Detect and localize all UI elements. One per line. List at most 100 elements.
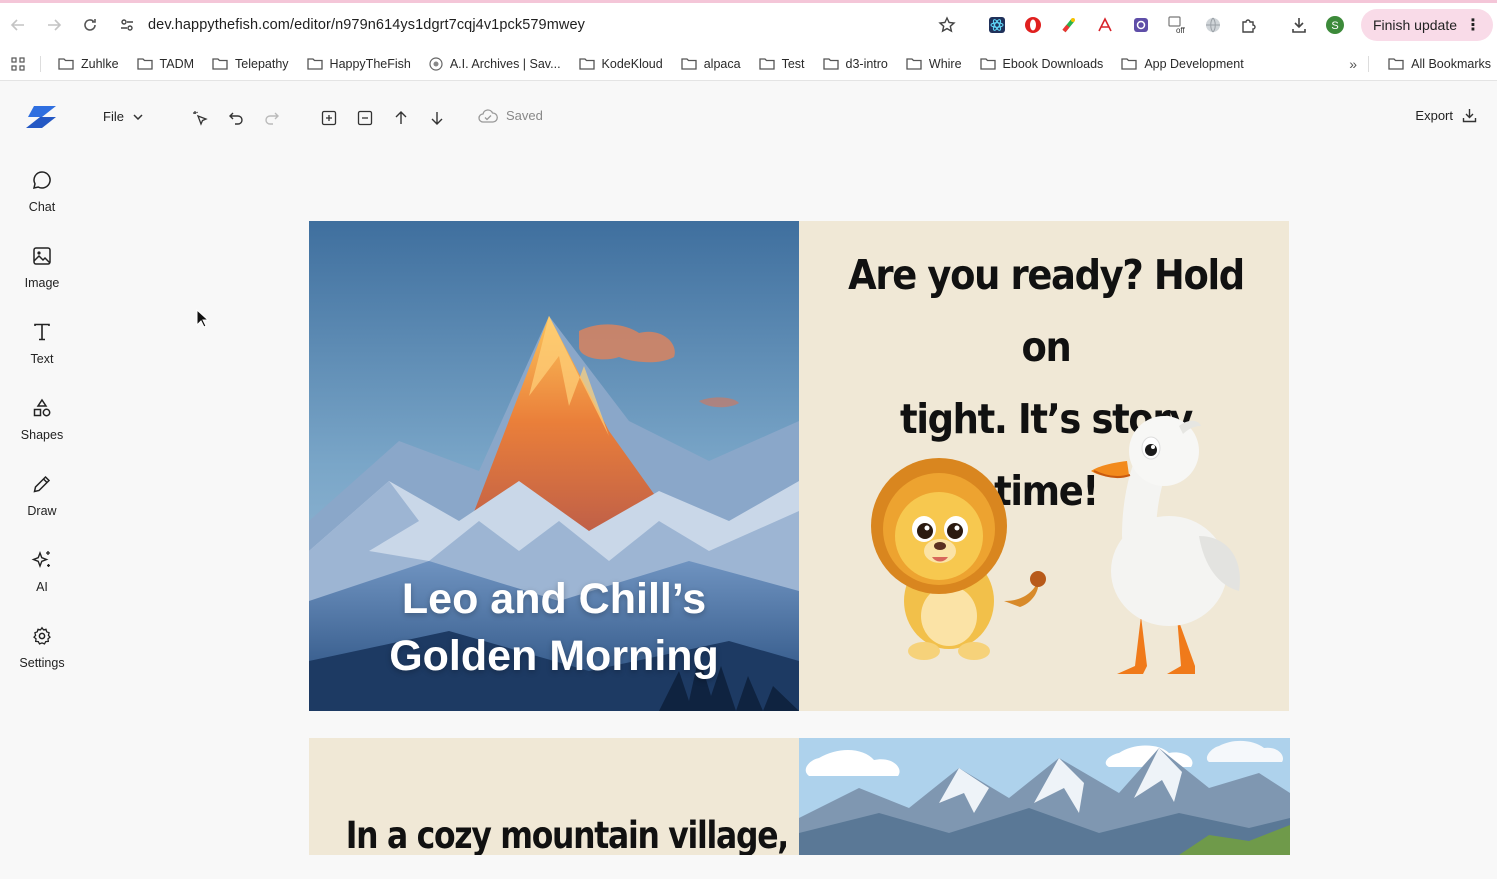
globe-extension-icon[interactable]	[1195, 7, 1231, 43]
arrow-up-icon	[395, 111, 407, 124]
arrow-left-icon	[10, 19, 24, 31]
address-bar-url[interactable]: dev.happythefish.com/editor/n979n614ys1d…	[148, 17, 585, 33]
square-plus-icon	[321, 110, 337, 126]
book-title-line-1: Leo and Chill’s	[401, 575, 707, 623]
text-icon	[34, 323, 50, 341]
reload-icon	[84, 19, 96, 31]
sidebar-item-label: Chat	[28, 200, 56, 214]
sidebar-item-text[interactable]: Text	[0, 320, 84, 380]
sidebar-item-label: Image	[24, 276, 60, 290]
back-button[interactable]	[0, 7, 36, 43]
profile-avatar[interactable]: S	[1317, 7, 1353, 43]
folder-icon	[1388, 58, 1404, 70]
color-picker-extension-icon[interactable]	[1051, 7, 1087, 43]
image-icon	[33, 247, 51, 265]
site-info-icon[interactable]	[112, 10, 142, 40]
sidebar-item-settings[interactable]: Settings	[0, 624, 84, 684]
sparkles-icon	[31, 551, 50, 568]
chat-icon	[32, 171, 51, 190]
folder-icon	[758, 58, 775, 70]
bookmark-star-icon[interactable]	[929, 7, 965, 43]
mountain-illustration[interactable]: Leo and Chill’s Golden Morning	[309, 221, 799, 711]
goose-character-illustration	[1091, 416, 1240, 674]
story-text-panel[interactable]: In a cozy mountain village, lived	[309, 738, 879, 855]
lion-character-illustration	[871, 458, 1046, 660]
file-menu-button[interactable]: File	[103, 109, 143, 124]
bookmark-item[interactable]: A.I. Archives | Sav...	[420, 57, 570, 71]
bookmark-item[interactable]: Whire	[897, 57, 971, 71]
sidebar-item-draw[interactable]: Draw	[0, 472, 84, 532]
reload-button[interactable]	[72, 7, 108, 43]
book-title[interactable]: Leo and Chill’s Golden Morning	[309, 571, 799, 685]
folder-icon	[822, 58, 839, 70]
redo-button[interactable]	[262, 108, 282, 128]
mouse-cursor	[196, 308, 210, 334]
export-label: Export	[1415, 108, 1453, 123]
downloads-icon[interactable]	[1281, 7, 1317, 43]
bookmark-item[interactable]: Test	[750, 57, 814, 71]
sidebar-item-image[interactable]: Image	[0, 244, 84, 304]
undo-icon	[229, 112, 243, 125]
opera-extension-icon[interactable]	[1015, 7, 1051, 43]
sidebar-item-shapes[interactable]: Shapes	[0, 396, 84, 456]
bookmark-item[interactable]: Ebook Downloads	[971, 57, 1113, 71]
toggle-off-extension-icon[interactable]: off	[1159, 7, 1195, 43]
save-status-label: Saved	[506, 108, 543, 123]
bookmark-item[interactable]: HappyTheFish	[298, 57, 420, 71]
move-page-down-button[interactable]	[427, 108, 447, 128]
cloud-check-icon	[478, 108, 498, 123]
story-page-1[interactable]: Leo and Chill’s Golden Morning Are you r…	[309, 221, 1289, 711]
finish-update-button[interactable]: Finish update ⋮	[1360, 9, 1493, 41]
svg-text:off: off	[1176, 26, 1186, 35]
archive-favicon-icon	[429, 56, 443, 71]
folder-icon	[212, 58, 228, 70]
bookmark-item[interactable]: App Development	[1112, 57, 1252, 71]
undo-button[interactable]	[226, 108, 246, 128]
folder-icon	[578, 58, 595, 70]
arrow-down-icon	[431, 112, 443, 125]
pointer-click-icon	[193, 111, 208, 126]
forward-button[interactable]	[36, 7, 72, 43]
file-menu-label: File	[103, 109, 124, 124]
sidebar-item-chat[interactable]: Chat	[0, 168, 84, 228]
sidebar-item-label: Shapes	[20, 428, 64, 442]
mountain-landscape-illustration[interactable]	[799, 738, 1290, 855]
download-icon	[1462, 109, 1477, 123]
select-tool-button[interactable]	[190, 108, 210, 128]
app-logo[interactable]	[26, 106, 58, 133]
screen-capture-extension-icon[interactable]	[1123, 7, 1159, 43]
apps-grid-icon[interactable]	[0, 56, 36, 71]
book-title-line-2: Golden Morning	[389, 632, 719, 680]
pencil-icon	[33, 475, 51, 493]
story-text-panel[interactable]: Are you ready? Hold on tight. It’s story…	[799, 221, 1289, 711]
sidebar-item-ai[interactable]: AI	[0, 548, 84, 608]
acrobat-extension-icon[interactable]	[1087, 7, 1123, 43]
bookmark-item[interactable]: Zuhlke	[49, 57, 128, 71]
bookmark-item[interactable]: Telepathy	[203, 57, 298, 71]
browser-toolbar: dev.happythefish.com/editor/n979n614ys1d…	[0, 3, 1497, 47]
editor-toolbar: File Saved Export	[0, 82, 1497, 152]
story-text-line-1: Are you ready? Hold on	[848, 251, 1245, 371]
story-text[interactable]: In a cozy mountain village, lived	[346, 814, 879, 855]
export-button[interactable]: Export	[1415, 108, 1477, 123]
folder-icon	[906, 58, 922, 70]
folder-icon	[306, 58, 323, 70]
folder-icon	[979, 58, 996, 70]
extensions-puzzle-icon[interactable]	[1231, 7, 1267, 43]
remove-page-button[interactable]	[355, 108, 375, 128]
more-bookmarks-chevron-icon[interactable]: »	[1349, 56, 1357, 72]
add-page-button[interactable]	[319, 108, 339, 128]
bookmark-item[interactable]: KodeKloud	[570, 57, 672, 71]
sidebar-item-label: Settings	[19, 656, 65, 670]
bookmark-item[interactable]: alpaca	[672, 57, 750, 71]
redo-icon	[265, 112, 279, 125]
react-devtools-icon[interactable]	[979, 7, 1015, 43]
story-page-2[interactable]: In a cozy mountain village, lived	[309, 738, 1290, 855]
chevron-down-icon	[133, 113, 143, 120]
bookmark-item[interactable]: TADM	[128, 57, 204, 71]
arrow-right-icon	[48, 19, 62, 31]
move-page-up-button[interactable]	[391, 108, 411, 128]
bookmark-item[interactable]: d3-intro	[814, 57, 897, 71]
folder-icon	[58, 58, 74, 70]
all-bookmarks-button[interactable]: All Bookmarks	[1388, 57, 1491, 71]
